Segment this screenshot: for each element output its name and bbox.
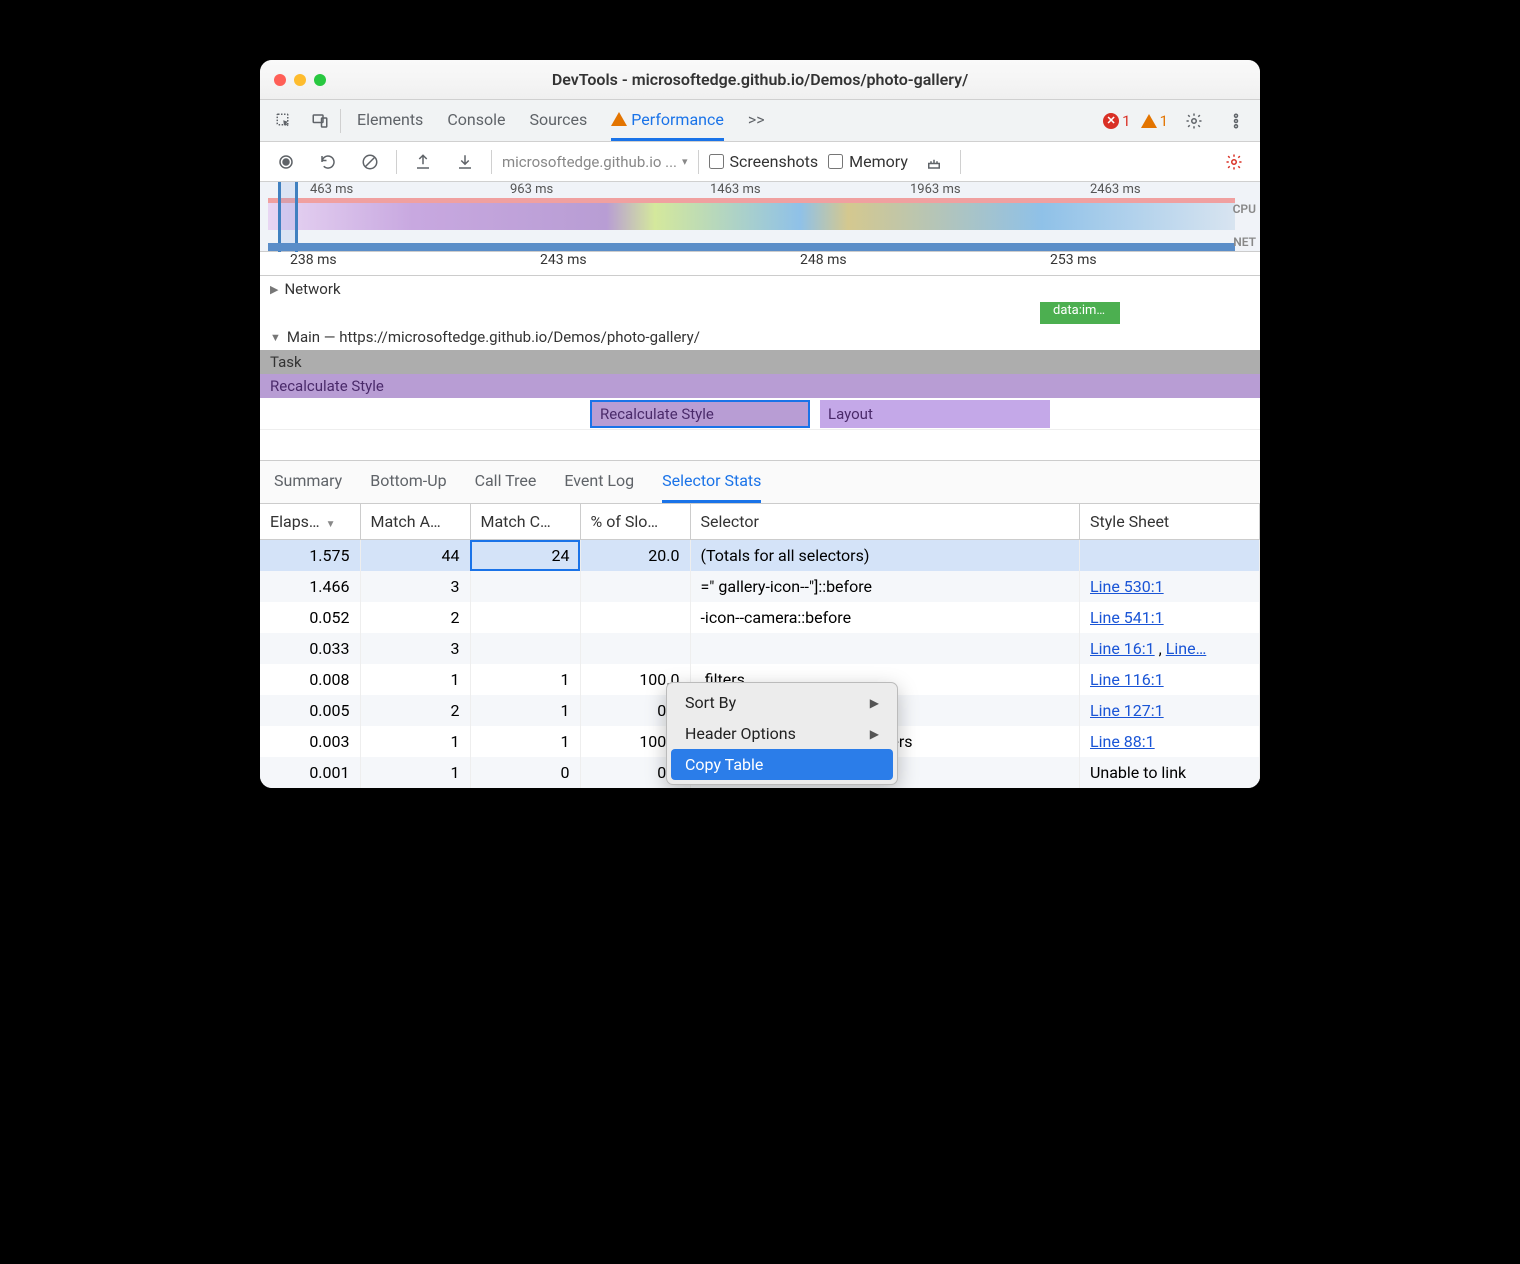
table-row[interactable]: 0.0333Line 16:1 , Line…	[260, 633, 1260, 664]
settings-icon[interactable]	[1178, 105, 1210, 137]
warning-badge[interactable]: 1	[1141, 112, 1168, 130]
devtools-window: DevTools - microsoftedge.github.io/Demos…	[260, 60, 1260, 788]
tab-elements[interactable]: Elements	[357, 100, 423, 141]
details-tabbar: Summary Bottom-Up Call Tree Event Log Se…	[260, 460, 1260, 504]
stylesheet-link[interactable]: Line…	[1166, 639, 1207, 658]
dtab-summary[interactable]: Summary	[274, 461, 342, 503]
warning-icon	[611, 112, 627, 126]
record-icon[interactable]	[270, 146, 302, 178]
inspect-icon[interactable]	[268, 105, 300, 137]
task-block[interactable]: Task	[260, 350, 1260, 374]
perf-toolbar: microsoftedge.github.io ... Screenshots …	[260, 142, 1260, 182]
error-badge[interactable]: ✕1	[1103, 112, 1130, 130]
table-row[interactable]: 1.575442420.0(Totals for all selectors)	[260, 540, 1260, 572]
col-elapsed[interactable]: Elaps…	[260, 504, 360, 540]
capture-settings-icon[interactable]	[1218, 146, 1250, 178]
upload-icon[interactable]	[407, 146, 439, 178]
main-track[interactable]: ▼Main — https://microsoftedge.github.io/…	[260, 324, 1260, 350]
download-icon[interactable]	[449, 146, 481, 178]
titlebar: DevTools - microsoftedge.github.io/Demos…	[260, 60, 1260, 100]
context-dropdown[interactable]: microsoftedge.github.io ...	[502, 153, 688, 171]
flame-tracks: ▶Network data:im… ▼Main — https://micros…	[260, 276, 1260, 460]
col-stylesheet[interactable]: Style Sheet	[1080, 504, 1260, 540]
col-selector[interactable]: Selector	[690, 504, 1080, 540]
network-track[interactable]: ▶Network	[260, 276, 1260, 302]
screenshots-checkbox[interactable]: Screenshots	[709, 152, 819, 171]
stylesheet-link[interactable]: Line 127:1	[1090, 701, 1164, 720]
recalc-block-selected[interactable]: Recalculate Style	[590, 400, 810, 428]
stylesheet-link[interactable]: Line 16:1	[1090, 639, 1155, 658]
dtab-bottomup[interactable]: Bottom-Up	[370, 461, 446, 503]
stylesheet-link[interactable]: Line 88:1	[1090, 732, 1155, 751]
network-item[interactable]: data:im…	[1050, 303, 1108, 318]
dtab-selstats[interactable]: Selector Stats	[662, 461, 761, 503]
tab-more[interactable]: >>	[748, 100, 765, 141]
stylesheet-link[interactable]: Line 541:1	[1090, 608, 1164, 627]
recalc-block[interactable]: Recalculate Style	[260, 374, 1260, 398]
ctx-copy-table[interactable]: Copy Table	[671, 749, 893, 780]
dtab-eventlog[interactable]: Event Log	[564, 461, 634, 503]
ctx-header-options[interactable]: Header Options▶	[667, 718, 897, 749]
col-matcha[interactable]: Match A…	[360, 504, 470, 540]
tab-sources[interactable]: Sources	[529, 100, 587, 141]
dtab-calltree[interactable]: Call Tree	[475, 461, 537, 503]
ctx-sortby[interactable]: Sort By▶	[667, 687, 897, 718]
overview-selection[interactable]	[278, 182, 298, 252]
table-row[interactable]: 1.4663=" gallery-icon--"]::beforeLine 53…	[260, 571, 1260, 602]
stylesheet-link[interactable]: Line 116:1	[1090, 670, 1164, 689]
reload-icon[interactable]	[312, 146, 344, 178]
tab-console[interactable]: Console	[447, 100, 505, 141]
layout-block[interactable]: Layout	[820, 400, 1050, 428]
window-title: DevTools - microsoftedge.github.io/Demos…	[260, 70, 1260, 89]
timeline-ruler: 238 ms 243 ms 248 ms 253 ms	[260, 252, 1260, 276]
stylesheet-link[interactable]: Line 530:1	[1090, 577, 1164, 596]
memory-checkbox[interactable]: Memory	[828, 152, 908, 171]
clear-icon[interactable]	[354, 146, 386, 178]
col-matchc[interactable]: Match C…	[470, 504, 580, 540]
device-icon[interactable]	[304, 105, 336, 137]
overview-strip[interactable]: 463 ms 963 ms 1463 ms 1963 ms 2463 ms CP…	[260, 182, 1260, 252]
collect-icon[interactable]	[918, 146, 950, 178]
tab-performance[interactable]: Performance	[611, 100, 724, 141]
table-row[interactable]: 0.0522-icon--camera::beforeLine 541:1	[260, 602, 1260, 633]
context-menu: Sort By▶ Header Options▶ Copy Table	[666, 682, 898, 785]
col-slow[interactable]: % of Slo…	[580, 504, 690, 540]
kebab-icon[interactable]	[1220, 105, 1252, 137]
main-tabbar: Elements Console Sources Performance >> …	[260, 100, 1260, 142]
